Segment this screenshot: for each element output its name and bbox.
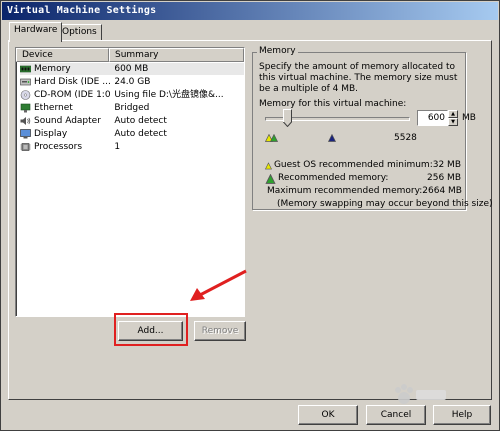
device-row-hard-disk[interactable]: Hard Disk (IDE ... 24.0 GB (20, 76, 244, 88)
device-row-processors[interactable]: Processors 1 (20, 141, 244, 153)
slider-max-label: 5528 (394, 133, 417, 143)
processor-icon (20, 143, 31, 151)
minimum-triangle-icon (265, 162, 272, 170)
remove-button[interactable]: Remove (194, 321, 246, 341)
memory-spinner[interactable]: ▲ ▼ (448, 110, 458, 126)
device-summary: 600 MB (114, 64, 149, 74)
legend-row-recommended: Recommended memory: 256 MB (265, 173, 461, 184)
device-name: Sound Adapter (34, 116, 101, 126)
device-summary: Auto detect (114, 116, 167, 126)
annotation-arrow-icon (190, 269, 247, 301)
recommended-marker-icon (270, 134, 278, 142)
maximum-marker-icon (328, 134, 336, 142)
recommended-triangle-icon (265, 174, 276, 184)
legend-value: 256 MB (427, 173, 461, 183)
device-row-sound-adapter[interactable]: Sound Adapter Auto detect (20, 115, 244, 127)
column-header-device[interactable]: Device (16, 48, 109, 62)
device-row-memory[interactable]: Memory 600 MB (20, 63, 244, 75)
memory-value-input[interactable]: 600 (417, 110, 448, 126)
legend-row-maximum: Maximum recommended memory: 2664 MB (265, 186, 462, 197)
device-summary: Auto detect (114, 129, 167, 139)
device-summary: Bridged (114, 103, 150, 113)
device-summary: Using file D:\光盘镜像&... (114, 90, 224, 100)
window-title: Virtual Machine Settings (2, 2, 498, 20)
ethernet-icon (20, 103, 31, 113)
device-name: Memory (34, 63, 71, 75)
hard-disk-icon (20, 78, 31, 86)
device-name: Hard Disk (IDE ... (34, 77, 111, 87)
device-row-display[interactable]: Display Auto detect (20, 128, 244, 140)
list-header: Device Summary (16, 48, 244, 62)
sound-icon (20, 117, 31, 125)
legend-value: 32 MB (432, 160, 461, 170)
legend-label: Maximum recommended memory: (267, 186, 423, 196)
memory-group-title: Memory (257, 46, 298, 56)
memory-unit: MB (462, 113, 476, 123)
legend-value: 2664 MB (422, 186, 462, 196)
device-summary: 1 (114, 142, 121, 152)
spin-down-icon[interactable]: ▼ (448, 118, 458, 126)
memory-description: Specify the amount of memory allocated t… (259, 62, 458, 94)
legend-row-minimum: Guest OS recommended minimum: 32 MB (265, 160, 461, 171)
tab-hardware[interactable]: Hardware (9, 22, 63, 42)
annotation-highlight-box (114, 313, 188, 346)
device-summary: 24.0 GB (114, 77, 151, 87)
cdrom-icon (20, 90, 31, 100)
device-name: Display (34, 129, 68, 139)
device-name: CD-ROM (IDE 1:0) (34, 90, 112, 100)
device-name: Ethernet (34, 103, 73, 113)
legend-label: Recommended memory: (278, 173, 389, 183)
device-name: Processors (34, 142, 83, 152)
display-icon (20, 129, 31, 139)
device-row-ethernet[interactable]: Ethernet Bridged (20, 102, 244, 114)
device-row-cdrom[interactable]: CD-ROM (IDE 1:0) Using file D:\光盘镜像&... (20, 89, 244, 101)
ok-button[interactable]: OK (298, 405, 358, 425)
watermark-logo-icon (395, 384, 446, 404)
column-header-summary[interactable]: Summary (109, 48, 244, 62)
spin-up-icon[interactable]: ▲ (448, 110, 458, 118)
memory-field-label: Memory for this virtual machine: (259, 99, 407, 109)
memory-swap-note: (Memory swapping may occur beyond this s… (277, 199, 493, 209)
tab-options[interactable]: Options (57, 24, 102, 41)
memory-slider-thumb[interactable] (283, 109, 292, 127)
legend-label: Guest OS recommended minimum: (273, 160, 433, 170)
memory-icon (20, 65, 31, 73)
